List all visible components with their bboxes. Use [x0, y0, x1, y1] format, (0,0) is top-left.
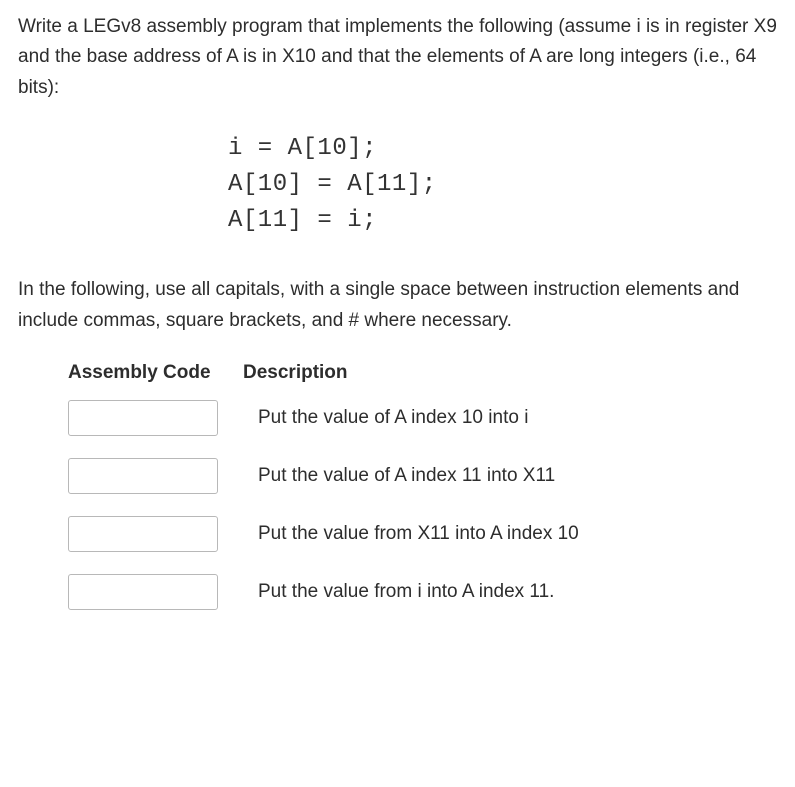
assembly-input-4[interactable]	[68, 574, 218, 610]
answer-table: Assembly Code Description Put the value …	[68, 358, 777, 610]
row-description: Put the value of A index 11 into X11	[258, 461, 777, 491]
assembly-input-3[interactable]	[68, 516, 218, 552]
header-description: Description	[243, 358, 348, 388]
row-description: Put the value from X11 into A index 10	[258, 519, 777, 549]
code-line-2: A[10] = A[11];	[228, 167, 777, 203]
code-block: i = A[10]; A[10] = A[11]; A[11] = i;	[18, 131, 777, 239]
code-line-1: i = A[10];	[228, 131, 777, 167]
header-assembly-code: Assembly Code	[68, 358, 243, 388]
code-line-3: A[11] = i;	[228, 203, 777, 239]
table-row: Put the value of A index 10 into i	[68, 400, 777, 436]
row-description: Put the value from i into A index 11.	[258, 577, 777, 607]
assembly-input-1[interactable]	[68, 400, 218, 436]
table-row: Put the value from i into A index 11.	[68, 574, 777, 610]
table-header: Assembly Code Description	[68, 358, 777, 388]
row-description: Put the value of A index 10 into i	[258, 403, 777, 433]
table-row: Put the value from X11 into A index 10	[68, 516, 777, 552]
instructions-text: In the following, use all capitals, with…	[18, 275, 777, 336]
question-intro: Write a LEGv8 assembly program that impl…	[18, 12, 777, 103]
assembly-input-2[interactable]	[68, 458, 218, 494]
table-row: Put the value of A index 11 into X11	[68, 458, 777, 494]
